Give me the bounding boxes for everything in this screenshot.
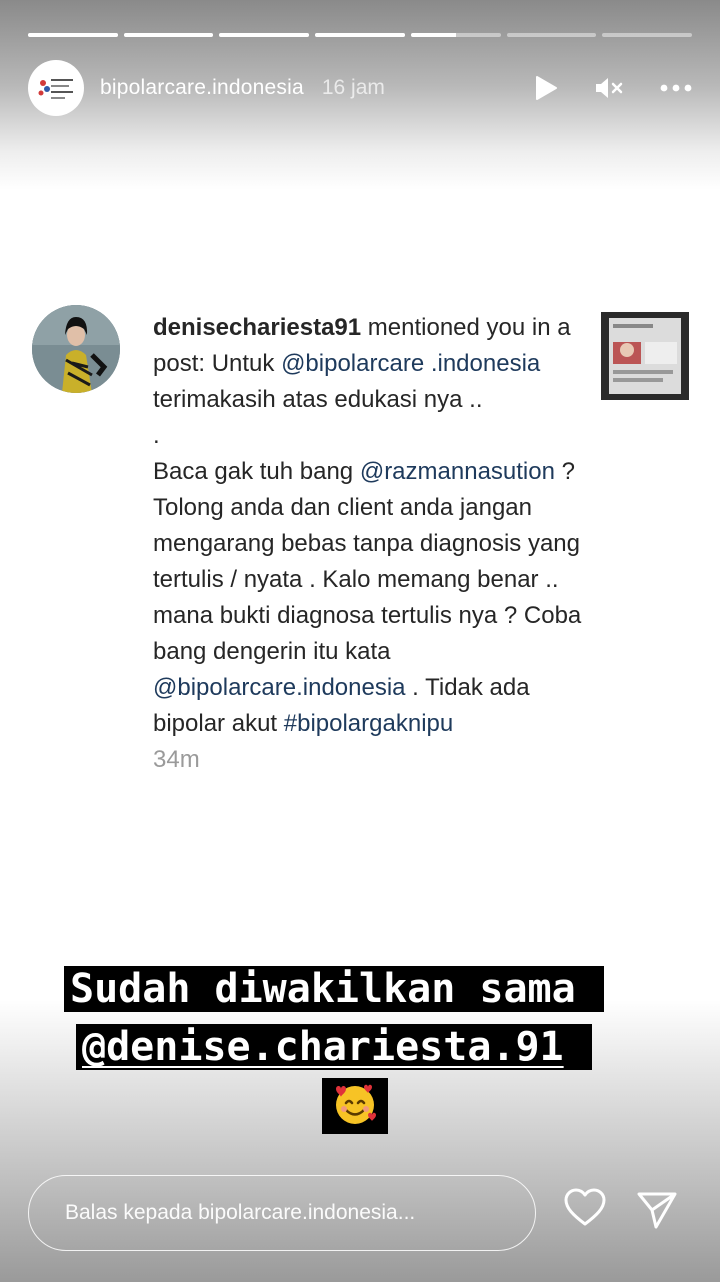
mention-link[interactable]: @bipolarcare.indonesia [153, 674, 406, 701]
story-timestamp: 16 jam [321, 76, 385, 99]
progress-segment [410, 33, 501, 37]
send-icon[interactable] [636, 1190, 678, 1235]
emoji-sticker [322, 1078, 388, 1134]
heart-icon[interactable] [563, 1188, 607, 1233]
smiling-face-with-hearts-icon [330, 1079, 380, 1134]
notification-timestamp: 34m [153, 746, 200, 773]
mention-link[interactable]: @razmannasution [360, 458, 555, 485]
bipolarcare-logo-icon [38, 79, 73, 99]
mention-link[interactable]: @bipolarcare .indonesia [281, 350, 540, 377]
commenter-username[interactable]: denisechariesta91 [153, 314, 361, 341]
account-avatar[interactable] [28, 60, 84, 116]
story-header: bipolarcare.indonesia 16 jam [28, 60, 692, 116]
notification-body: Baca gak tuh bang [153, 458, 360, 485]
progress-segment [28, 33, 118, 37]
mute-icon[interactable] [594, 75, 624, 101]
reply-placeholder: Balas kepada bipolarcare.indonesia... [65, 1201, 416, 1224]
reply-input[interactable]: Balas kepada bipolarcare.indonesia... [28, 1175, 536, 1251]
progress-segment [602, 33, 693, 37]
notification-body: ? Tolong anda dan client anda jangan men… [153, 458, 582, 665]
notification-dot: . [153, 422, 160, 449]
notification-text: denisechariesta91 mentioned you in a pos… [153, 310, 593, 778]
story-progress-bar [28, 33, 693, 37]
more-icon[interactable] [660, 84, 692, 92]
progress-segment [219, 33, 310, 37]
play-icon[interactable] [534, 75, 558, 101]
progress-segment [315, 33, 405, 37]
progress-segment [123, 33, 214, 37]
story-mention-sticker[interactable]: @denise.chariesta.91 [76, 1024, 592, 1070]
story-text-sticker: Sudah diwakilkan sama [64, 966, 604, 1012]
story-username[interactable]: bipolarcare.indonesia [100, 76, 304, 100]
progress-segment [506, 33, 597, 37]
mention-sticker-text: @denise.chariesta.91 [82, 1024, 564, 1070]
hashtag-link[interactable]: #bipolargaknipu [284, 710, 453, 737]
mention-notification: denisechariesta91 mentioned you in a pos… [32, 300, 692, 900]
post-thumbnail[interactable] [601, 312, 689, 400]
commenter-avatar[interactable] [32, 305, 120, 393]
notification-body: terimakasih atas edukasi nya .. [153, 386, 483, 413]
